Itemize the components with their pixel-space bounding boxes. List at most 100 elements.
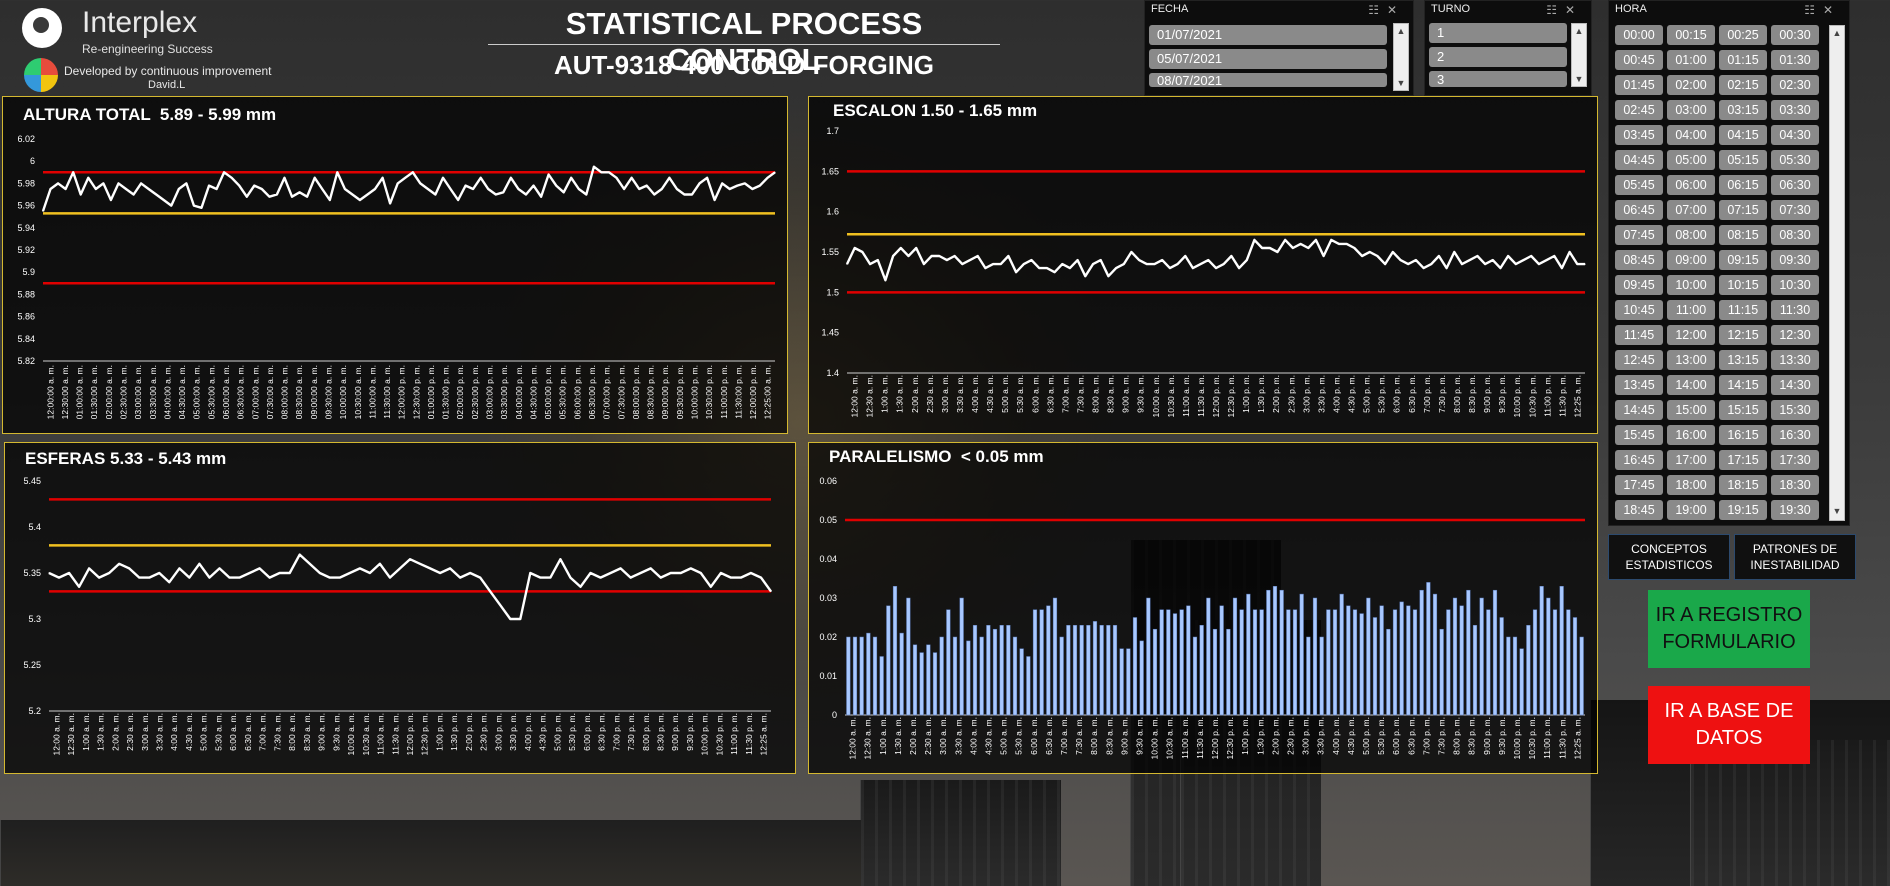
ir-base-datos-button[interactable]: IR A BASE DE DATOS (1648, 686, 1810, 764)
hora-item[interactable]: 16:00 (1667, 425, 1715, 445)
ir-registro-formulario-button[interactable]: IR A REGISTRO FORMULARIO (1648, 590, 1810, 668)
hora-item[interactable]: 08:45 (1615, 250, 1663, 270)
hora-item[interactable]: 19:15 (1719, 500, 1767, 520)
hora-item[interactable]: 14:45 (1615, 400, 1663, 420)
hora-item[interactable]: 07:00 (1667, 200, 1715, 220)
hora-item[interactable]: 09:00 (1667, 250, 1715, 270)
hora-item[interactable]: 04:15 (1719, 125, 1767, 145)
hora-scrollbar[interactable]: ▲ ▼ (1829, 25, 1845, 521)
hora-item[interactable]: 00:30 (1771, 25, 1819, 45)
hora-item[interactable]: 13:45 (1615, 375, 1663, 395)
fecha-item[interactable]: 01/07/2021 (1149, 25, 1387, 45)
hora-item[interactable]: 05:00 (1667, 150, 1715, 170)
hora-item[interactable]: 15:00 (1667, 400, 1715, 420)
hora-item[interactable]: 14:30 (1771, 375, 1819, 395)
hora-item[interactable]: 13:15 (1719, 350, 1767, 370)
hora-item[interactable]: 18:00 (1667, 475, 1715, 495)
scroll-down-icon[interactable]: ▼ (1572, 72, 1586, 86)
hora-item[interactable]: 04:30 (1771, 125, 1819, 145)
hora-item[interactable]: 18:45 (1615, 500, 1663, 520)
scroll-up-icon[interactable]: ▲ (1394, 24, 1408, 38)
scroll-up-icon[interactable]: ▲ (1572, 24, 1586, 38)
hora-item[interactable]: 09:45 (1615, 275, 1663, 295)
scroll-up-icon[interactable]: ▲ (1830, 26, 1844, 40)
hora-item[interactable]: 00:15 (1667, 25, 1715, 45)
hora-item[interactable]: 03:45 (1615, 125, 1663, 145)
fecha-scrollbar[interactable]: ▲ ▼ (1393, 23, 1409, 91)
hora-item[interactable]: 12:15 (1719, 325, 1767, 345)
hora-item[interactable]: 12:30 (1771, 325, 1819, 345)
hora-item[interactable]: 13:30 (1771, 350, 1819, 370)
hora-item[interactable]: 00:25 (1719, 25, 1767, 45)
hora-item[interactable]: 10:00 (1667, 275, 1715, 295)
hora-item[interactable]: 16:15 (1719, 425, 1767, 445)
hora-item[interactable]: 15:30 (1771, 400, 1819, 420)
conceptos-estadisticos-button[interactable]: CONCEPTOS ESTADISTICOS (1608, 534, 1730, 580)
hora-item[interactable]: 11:00 (1667, 300, 1715, 320)
hora-item[interactable]: 01:45 (1615, 75, 1663, 95)
hora-item[interactable]: 10:30 (1771, 275, 1819, 295)
turno-item[interactable]: 2 (1429, 47, 1567, 67)
hora-item[interactable]: 17:30 (1771, 450, 1819, 470)
hora-item[interactable]: 07:30 (1771, 200, 1819, 220)
turno-item[interactable]: 3 (1429, 71, 1567, 87)
hora-item[interactable]: 01:15 (1719, 50, 1767, 70)
hora-item[interactable]: 00:00 (1615, 25, 1663, 45)
hora-item[interactable]: 08:00 (1667, 225, 1715, 245)
hora-item[interactable]: 13:00 (1667, 350, 1715, 370)
fecha-multiselect-icon[interactable]: ☷✕ (1368, 3, 1405, 17)
hora-item[interactable]: 06:15 (1719, 175, 1767, 195)
turno-multiselect-icon[interactable]: ☷✕ (1546, 3, 1583, 17)
turno-scrollbar[interactable]: ▲ ▼ (1571, 23, 1587, 87)
hora-item[interactable]: 09:15 (1719, 250, 1767, 270)
hora-item[interactable]: 06:00 (1667, 175, 1715, 195)
hora-item[interactable]: 01:00 (1667, 50, 1715, 70)
hora-item[interactable]: 08:15 (1719, 225, 1767, 245)
hora-item[interactable]: 12:45 (1615, 350, 1663, 370)
hora-item[interactable]: 17:00 (1667, 450, 1715, 470)
hora-item[interactable]: 12:00 (1667, 325, 1715, 345)
hora-item[interactable]: 15:45 (1615, 425, 1663, 445)
fecha-item[interactable]: 05/07/2021 (1149, 49, 1387, 69)
scroll-down-icon[interactable]: ▼ (1830, 504, 1844, 518)
hora-multiselect-icon[interactable]: ☷✕ (1804, 3, 1841, 17)
turno-item[interactable]: 1 (1429, 23, 1567, 43)
hora-item[interactable]: 15:15 (1719, 400, 1767, 420)
hora-item[interactable]: 18:15 (1719, 475, 1767, 495)
hora-item[interactable]: 07:15 (1719, 200, 1767, 220)
hora-item[interactable]: 19:00 (1667, 500, 1715, 520)
hora-item[interactable]: 11:30 (1771, 300, 1819, 320)
hora-item[interactable]: 02:15 (1719, 75, 1767, 95)
hora-item[interactable]: 02:30 (1771, 75, 1819, 95)
hora-item[interactable]: 05:45 (1615, 175, 1663, 195)
hora-item[interactable]: 06:30 (1771, 175, 1819, 195)
hora-item[interactable]: 16:30 (1771, 425, 1819, 445)
hora-item[interactable]: 14:00 (1667, 375, 1715, 395)
patrones-inestabilidad-button[interactable]: PATRONES DE INESTABILIDAD (1734, 534, 1856, 580)
hora-item[interactable]: 16:45 (1615, 450, 1663, 470)
hora-item[interactable]: 19:30 (1771, 500, 1819, 520)
hora-item[interactable]: 10:15 (1719, 275, 1767, 295)
hora-item[interactable]: 05:15 (1719, 150, 1767, 170)
hora-item[interactable]: 06:45 (1615, 200, 1663, 220)
hora-item[interactable]: 11:45 (1615, 325, 1663, 345)
hora-item[interactable]: 01:30 (1771, 50, 1819, 70)
hora-item[interactable]: 02:00 (1667, 75, 1715, 95)
hora-item[interactable]: 17:45 (1615, 475, 1663, 495)
hora-item[interactable]: 03:00 (1667, 100, 1715, 120)
hora-item[interactable]: 09:30 (1771, 250, 1819, 270)
hora-item[interactable]: 02:45 (1615, 100, 1663, 120)
hora-item[interactable]: 10:45 (1615, 300, 1663, 320)
hora-item[interactable]: 03:30 (1771, 100, 1819, 120)
hora-item[interactable]: 00:45 (1615, 50, 1663, 70)
hora-item[interactable]: 08:30 (1771, 225, 1819, 245)
hora-item[interactable]: 04:45 (1615, 150, 1663, 170)
fecha-item[interactable]: 08/07/2021 (1149, 73, 1387, 87)
hora-item[interactable]: 07:45 (1615, 225, 1663, 245)
hora-item[interactable]: 04:00 (1667, 125, 1715, 145)
hora-item[interactable]: 05:30 (1771, 150, 1819, 170)
scroll-down-icon[interactable]: ▼ (1394, 76, 1408, 90)
hora-item[interactable]: 03:15 (1719, 100, 1767, 120)
hora-item[interactable]: 14:15 (1719, 375, 1767, 395)
hora-item[interactable]: 18:30 (1771, 475, 1819, 495)
